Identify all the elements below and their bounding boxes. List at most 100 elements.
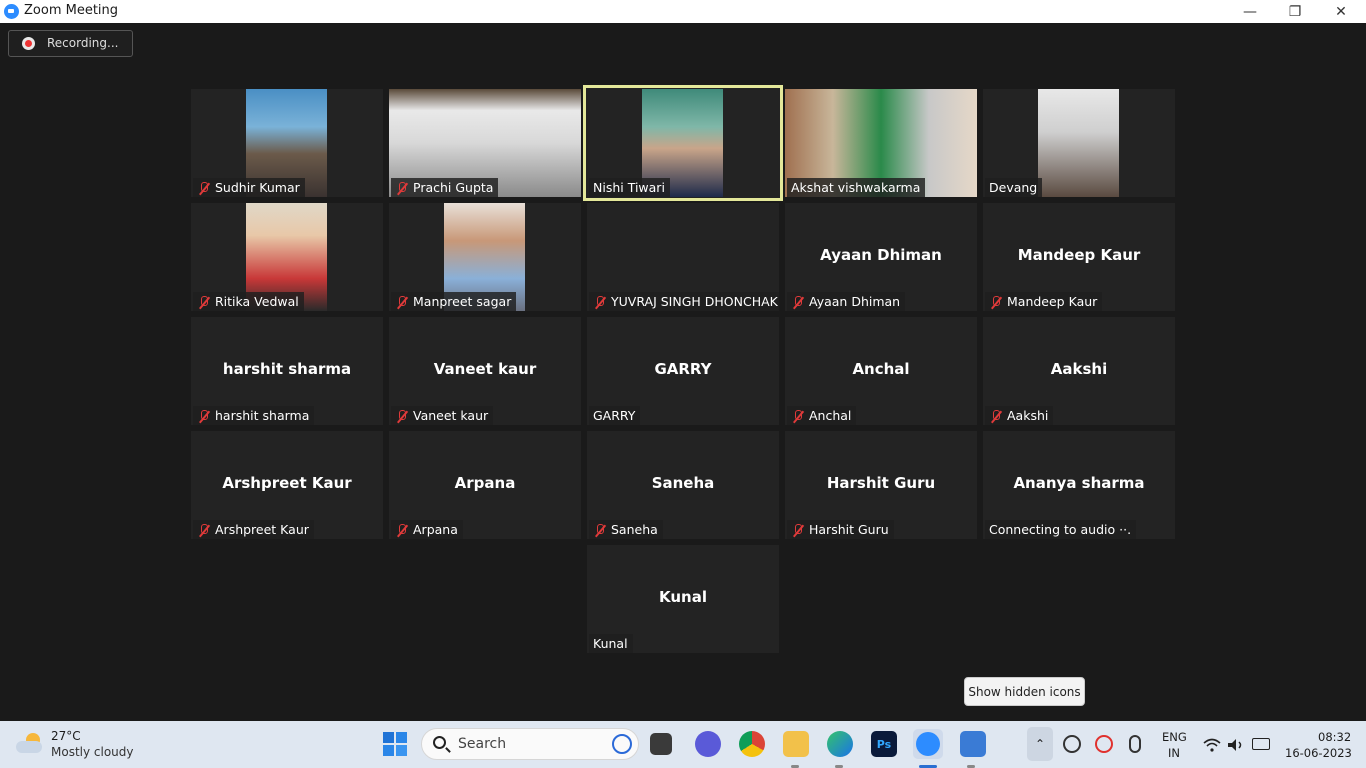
task-view-icon[interactable] [650, 733, 672, 755]
close-button[interactable]: ✕ [1318, 0, 1364, 23]
name-tag: Manpreet sagar [391, 292, 517, 311]
participant-tile[interactable]: Saneha Saneha [587, 431, 779, 539]
title-bar: Zoom Meeting — ❐ ✕ [0, 0, 1366, 23]
participant-tile[interactable]: Kunal Kunal [587, 545, 779, 653]
battery-icon[interactable] [1252, 738, 1270, 750]
participant-tile[interactable]: Sudhir Kumar [191, 89, 383, 197]
muted-mic-icon [791, 295, 805, 309]
participant-tile[interactable]: Ritika Vedwal [191, 203, 383, 311]
participant-tile[interactable]: Arpana Arpana [389, 431, 581, 539]
chrome-icon[interactable] [739, 731, 765, 757]
bing-icon[interactable] [612, 734, 632, 754]
taskbar-search[interactable]: Search [421, 728, 639, 760]
name-tag: Ritika Vedwal [193, 292, 304, 311]
region-indicator[interactable]: IN [1168, 746, 1180, 760]
participant-tile[interactable]: Prachi Gupta [389, 89, 581, 197]
participant-tile[interactable]: Akshat vishwakarma [785, 89, 977, 197]
participant-display-name: Mandeep Kaur [1017, 246, 1141, 264]
muted-mic-icon [593, 523, 607, 537]
windows-start-icon[interactable] [383, 732, 407, 756]
participant-name: Aakshi [1007, 408, 1049, 423]
participant-name: Ritika Vedwal [215, 294, 299, 309]
name-tag: Vaneet kaur [391, 406, 494, 425]
minimize-button[interactable]: — [1227, 0, 1273, 23]
participant-name: Sudhir Kumar [215, 180, 300, 195]
participant-name: Vaneet kaur [413, 408, 489, 423]
participant-tile[interactable]: harshit sharma harshit sharma [191, 317, 383, 425]
search-input[interactable]: Search [458, 736, 506, 752]
participant-tile[interactable]: GARRY GARRY [587, 317, 779, 425]
participant-name: Arshpreet Kaur [215, 522, 309, 537]
restore-button[interactable]: ❐ [1272, 0, 1318, 23]
microphone-icon[interactable] [1129, 735, 1141, 753]
participant-tile[interactable]: Arshpreet Kaur Arshpreet Kaur [191, 431, 383, 539]
search-icon [433, 736, 446, 749]
participant-tile[interactable]: Ayaan Dhiman Ayaan Dhiman [785, 203, 977, 311]
participant-tile[interactable]: Harshit Guru Harshit Guru [785, 431, 977, 539]
zoom-app-icon [4, 4, 19, 19]
participant-name: Harshit Guru [809, 522, 889, 537]
participant-name: Devang [989, 180, 1038, 195]
participant-display-name: harshit sharma [222, 360, 352, 378]
wifi-icon[interactable] [1203, 737, 1221, 752]
participant-display-name: Arpana [454, 474, 516, 492]
participant-name: GARRY [593, 408, 636, 423]
participant-display-name: Ananya sharma [1013, 474, 1145, 492]
muted-mic-icon [593, 295, 607, 309]
participant-tile[interactable]: Vaneet kaur Vaneet kaur [389, 317, 581, 425]
edge-icon[interactable] [827, 731, 853, 757]
participant-name: Mandeep Kaur [1007, 294, 1098, 309]
volume-icon[interactable] [1227, 737, 1245, 751]
participant-tile[interactable]: Devang [983, 89, 1175, 197]
participant-tile[interactable]: YUVRAJ SINGH DHONCHAK [587, 203, 779, 311]
muted-mic-icon [197, 295, 211, 309]
onedrive-sync-icon[interactable] [1063, 735, 1081, 753]
file-explorer-icon[interactable] [783, 731, 809, 757]
muted-mic-icon [395, 409, 409, 423]
participant-name: Akshat vishwakarma [791, 180, 921, 195]
participant-tile[interactable]: Anchal Anchal [785, 317, 977, 425]
recording-indicator[interactable]: Recording... [8, 30, 133, 57]
participant-display-name: Vaneet kaur [433, 360, 537, 378]
name-tag: Connecting to audio ··. [985, 520, 1137, 539]
name-tag: GARRY [589, 406, 641, 425]
weather-temp[interactable]: 27°C [51, 729, 81, 743]
photos-icon[interactable] [960, 731, 986, 757]
muted-mic-icon [197, 523, 211, 537]
participant-video [1038, 89, 1119, 197]
participant-name: YUVRAJ SINGH DHONCHAK [611, 294, 778, 309]
chevron-up-icon[interactable]: ⌃ [1027, 727, 1053, 761]
muted-mic-icon [791, 409, 805, 423]
name-tag: Arshpreet Kaur [193, 520, 314, 539]
zoom-taskbar-button[interactable] [913, 729, 943, 759]
clock-date[interactable]: 16-06-2023 [1285, 746, 1352, 760]
name-tag: harshit sharma [193, 406, 315, 425]
name-tag: Prachi Gupta [391, 178, 499, 197]
participant-tile[interactable]: Mandeep Kaur Mandeep Kaur [983, 203, 1175, 311]
language-indicator[interactable]: ENG [1162, 730, 1187, 744]
name-tag: Harshit Guru [787, 520, 894, 539]
teams-chat-icon[interactable] [695, 731, 721, 757]
weather-cloud-icon[interactable] [16, 732, 44, 754]
participant-name: Manpreet sagar [413, 294, 512, 309]
participant-name: Nishi Tiwari [593, 180, 665, 195]
participant-tile[interactable]: Aakshi Aakshi [983, 317, 1175, 425]
muted-mic-icon [791, 523, 805, 537]
photoshop-icon[interactable]: Ps [871, 731, 897, 757]
creative-cloud-icon[interactable] [1095, 735, 1113, 753]
participant-name: Saneha [611, 522, 658, 537]
name-tag: Sudhir Kumar [193, 178, 305, 197]
clock-time[interactable]: 08:32 [1318, 730, 1351, 744]
participant-tile-active-speaker[interactable]: Nishi Tiwari [583, 85, 783, 201]
weather-condition[interactable]: Mostly cloudy [51, 745, 134, 759]
name-tag: Saneha [589, 520, 663, 539]
participant-name: Arpana [413, 522, 458, 537]
name-tag: Anchal [787, 406, 857, 425]
participant-display-name: Ayaan Dhiman [820, 246, 942, 264]
name-tag: Aakshi [985, 406, 1054, 425]
participant-tile[interactable]: Manpreet sagar [389, 203, 581, 311]
name-tag: Mandeep Kaur [985, 292, 1103, 311]
participant-tile[interactable]: Ananya sharma Connecting to audio ··. [983, 431, 1175, 539]
muted-mic-icon [197, 181, 211, 195]
participant-name: Anchal [809, 408, 852, 423]
